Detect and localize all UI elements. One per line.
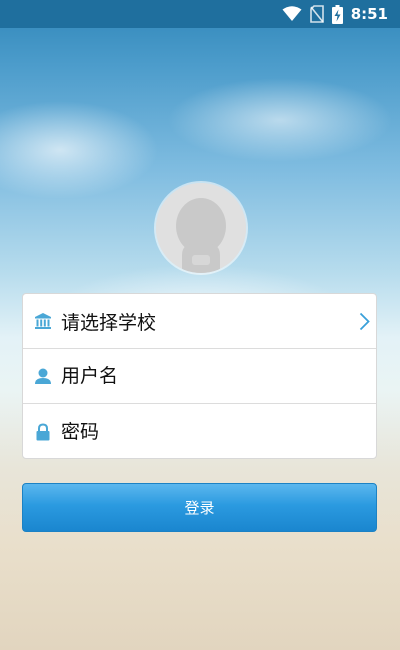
password-field[interactable] xyxy=(61,416,376,447)
avatar[interactable] xyxy=(156,183,246,273)
username-field[interactable] xyxy=(61,361,376,391)
school-building-icon xyxy=(35,313,51,329)
status-icons: 8:51 xyxy=(282,4,388,24)
lock-icon xyxy=(36,422,50,440)
password-row xyxy=(23,404,376,459)
status-bar: 8:51 xyxy=(0,0,400,28)
battery-charging-icon xyxy=(331,4,343,24)
login-form: 请选择学校 xyxy=(22,293,377,459)
school-selector[interactable]: 请选择学校 xyxy=(23,294,376,349)
school-selector-label: 请选择学校 xyxy=(61,311,157,334)
no-sim-icon xyxy=(309,5,324,23)
user-icon xyxy=(35,368,51,384)
login-button-label: 登录 xyxy=(184,499,215,517)
status-time: 8:51 xyxy=(350,5,388,23)
chevron-right-icon[interactable] xyxy=(359,312,370,331)
login-button[interactable]: 登录 xyxy=(22,483,377,532)
default-user-avatar-icon xyxy=(156,183,246,273)
wifi-icon xyxy=(282,6,302,21)
username-row xyxy=(23,349,376,404)
